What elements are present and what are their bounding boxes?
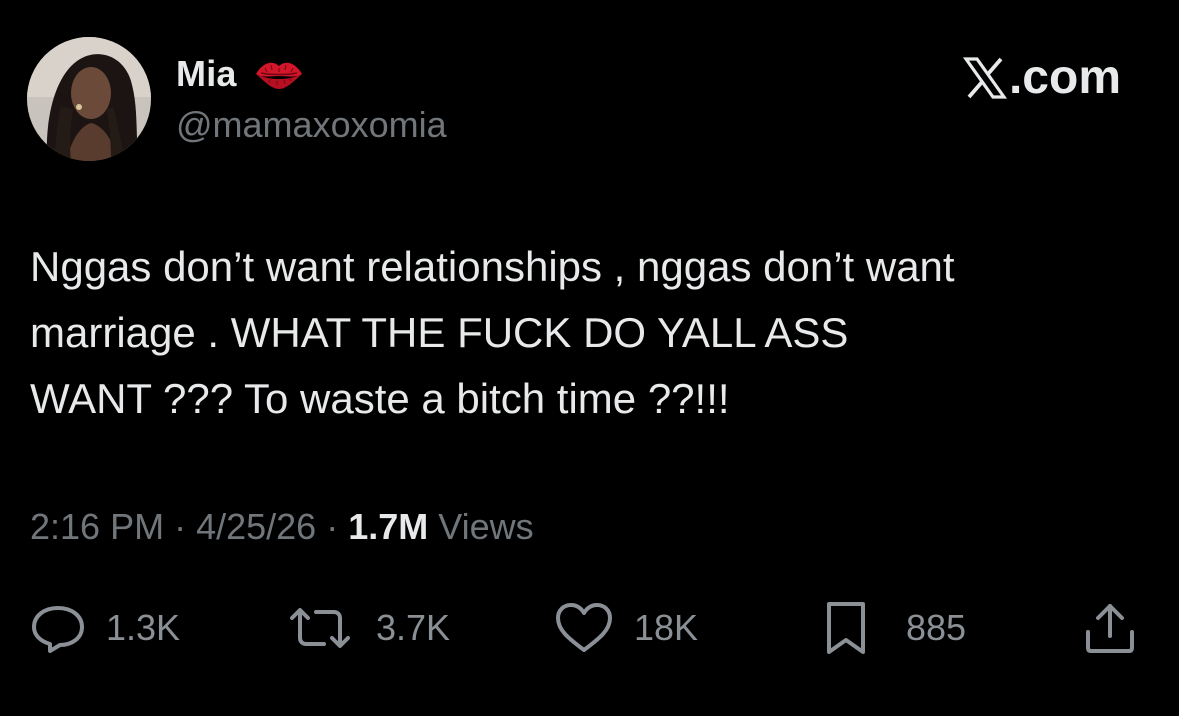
avatar-image (27, 37, 151, 161)
name-row: Mia (176, 52, 305, 96)
bookmark-count: 885 (906, 607, 967, 648)
meta-separator: · (174, 506, 187, 547)
brand-watermark: .com (962, 50, 1121, 105)
tweet-meta: 2:16 PM · 4/25/26 · 1.7M Views (30, 506, 534, 548)
tweet-text: Nggas don’t want relationships , nggas d… (30, 243, 955, 422)
kiss-lips-icon (253, 56, 305, 92)
tweet-date[interactable]: 4/25/26 (196, 506, 316, 548)
repost-count: 3.7K (376, 607, 451, 648)
display-name[interactable]: Mia (176, 53, 237, 95)
user-handle[interactable]: @mamaxoxomia (176, 104, 447, 146)
share-icon (1086, 604, 1134, 653)
heart-icon (556, 603, 612, 652)
repost-button[interactable]: 3.7K (286, 596, 450, 660)
avatar[interactable] (27, 37, 151, 161)
like-button[interactable]: 18K (552, 596, 698, 660)
views-label: Views (438, 506, 534, 547)
bookmark-button[interactable]: 885 (820, 596, 966, 660)
share-button[interactable] (1080, 596, 1140, 660)
brand-label: .com (1008, 51, 1121, 104)
tweet-time[interactable]: 2:16 PM (30, 506, 164, 548)
reply-count: 1.3K (106, 607, 181, 648)
meta-separator: · (326, 506, 339, 547)
action-bar: 1.3K 3.7K 18K 885 (0, 596, 1179, 660)
tweet-card: Mia @mamaxoxomia .com Nggas don’t want r… (0, 0, 1179, 716)
reply-button[interactable]: 1.3K (28, 596, 180, 660)
views-count: 1.7M (348, 506, 429, 547)
x-logo-icon (962, 56, 1007, 99)
bookmark-icon (827, 602, 865, 654)
repost-icon (290, 608, 350, 648)
reply-icon (32, 606, 84, 653)
like-count: 18K (634, 607, 699, 648)
